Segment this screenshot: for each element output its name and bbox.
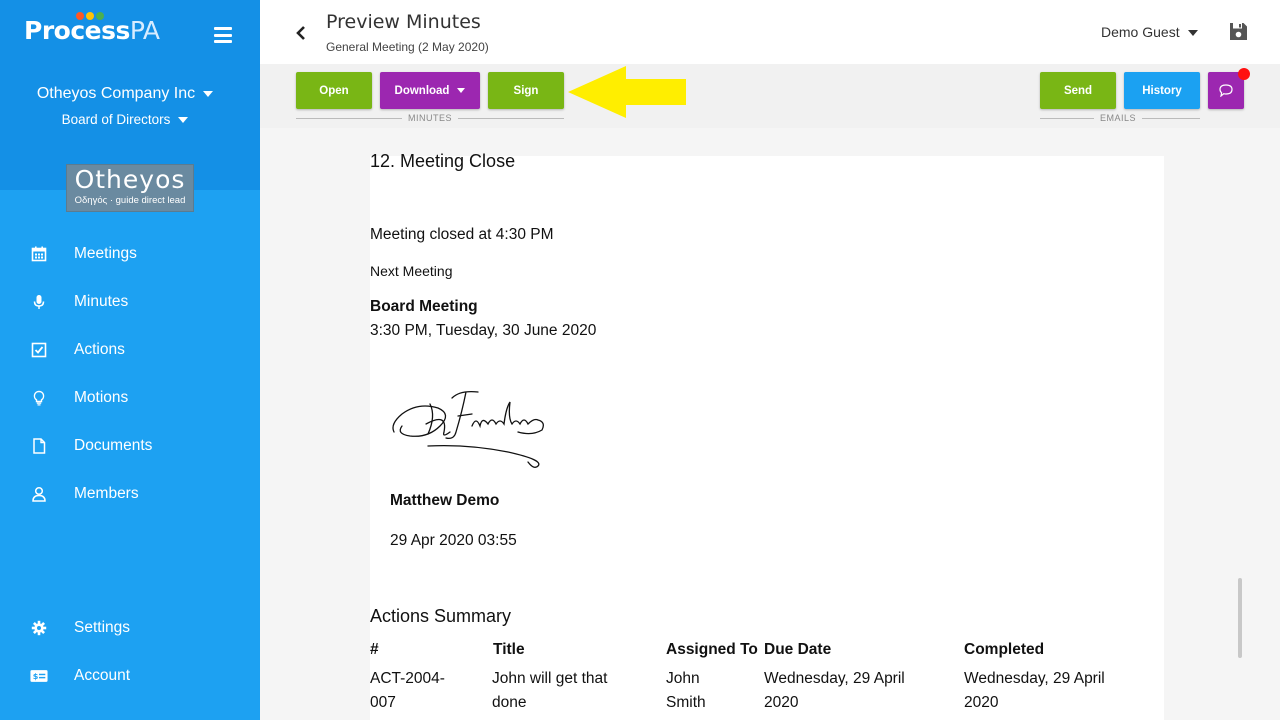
sidebar-item-actions[interactable]: Actions [0,330,260,370]
brand-logo[interactable]: ProcessPA [24,16,160,45]
column-header-assigned-to: Assigned To [666,641,758,658]
page-title: Preview Minutes [326,11,481,33]
action-completed-cell: Wednesday, 29 April 2020 [964,670,1105,711]
calendar-icon [30,245,48,263]
chat-bubble-icon [1219,84,1233,97]
send-button-label: Send [1063,84,1093,97]
document-icon [30,437,48,455]
action-title-cell: John will get that done [492,670,608,711]
person-icon [30,485,48,503]
chevron-down-icon [1187,30,1198,37]
company-selector[interactable]: Otheyos Company Inc [0,85,250,103]
signer-name: Matthew Demo [390,492,500,509]
chevron-down-icon [203,90,214,97]
sidebar-item-label: Members [74,485,139,502]
billing-card-icon: $ [30,667,48,685]
chevron-down-icon [178,117,189,124]
sidebar-item-label: Meetings [74,245,137,262]
minutes-document: 12. Meeting Close Meeting closed at 4:30… [370,151,1164,720]
sidebar-item-label: Documents [74,437,153,454]
next-meeting-time: 3:30 PM, Tuesday, 30 June 2020 [370,322,597,339]
meeting-closed-text: Meeting closed at 4:30 PM [370,226,554,243]
history-button[interactable]: History [1124,72,1200,109]
minutes-group-label: MINUTES [402,113,458,123]
sidebar-item-label: Account [74,667,131,684]
checkbox-icon [30,341,48,359]
next-meeting-name: Board Meeting [370,298,478,315]
sidebar-item-documents[interactable]: Documents [0,426,260,466]
sidebar-item-label: Settings [74,619,131,636]
action-assigned-cell: John Smith [666,670,706,711]
section-title: 12. Meeting Close [370,151,516,171]
organization-logo: Otheyos Οδηγός · guide direct lead [66,164,194,212]
column-header-id: # [370,641,379,658]
svg-text:$: $ [33,671,39,681]
minutes-preview-area[interactable]: 12. Meeting Close Meeting closed at 4:30… [260,128,1280,720]
toolbar: Open Download Sign MINUTES Send History … [260,64,1280,128]
sidebar-item-settings[interactable]: Settings [0,608,260,648]
action-id-cell: ACT-2004- 007 [370,670,445,711]
emails-group-label: EMAILS [1094,113,1143,123]
page-subtitle: General Meeting (2 May 2020) [326,40,489,54]
top-header: Preview Minutes General Meeting (2 May 2… [260,0,1280,64]
sidebar-item-account[interactable]: $ Account [0,656,260,696]
signature-timestamp: 29 Apr 2020 03:55 [390,532,517,549]
sidebar-item-meetings[interactable]: Meetings [0,234,260,274]
open-button-label: Open [319,84,349,97]
sidebar-item-label: Actions [74,341,125,358]
board-selector[interactable]: Board of Directors [0,112,250,127]
company-name: Otheyos Company Inc [36,85,196,102]
column-header-due-date: Due Date [764,641,832,658]
send-button[interactable]: Send [1040,72,1116,109]
notification-badge [1238,68,1250,80]
action-due-date-cell: Wednesday, 29 April 2020 [764,670,905,711]
user-name: Demo Guest [1101,24,1180,40]
sidebar: ProcessPA Otheyos Company Inc Board of D… [0,0,260,720]
menu-icon[interactable] [214,27,232,43]
open-button[interactable]: Open [296,72,372,109]
history-button-label: History [1142,84,1182,97]
gear-icon [30,619,48,637]
column-header-completed: Completed [964,641,1045,658]
sidebar-item-label: Motions [74,389,129,406]
save-icon[interactable] [1229,22,1248,41]
sidebar-header: ProcessPA Otheyos Company Inc Board of D… [0,0,260,190]
scrollbar[interactable] [1238,578,1242,658]
actions-summary-title: Actions Summary [370,606,512,626]
download-button-label: Download [394,84,450,97]
sign-button[interactable]: Sign [488,72,564,109]
column-header-title: Title [493,641,525,658]
sidebar-item-label: Minutes [74,293,129,310]
back-arrow-icon[interactable] [294,24,308,42]
microphone-icon [30,293,48,311]
board-name: Board of Directors [61,112,171,127]
sign-button-label: Sign [513,84,539,97]
chevron-down-icon [457,88,466,93]
signature-image [392,390,544,468]
sidebar-item-motions[interactable]: Motions [0,378,260,418]
user-menu[interactable]: Demo Guest [1101,24,1198,40]
sidebar-item-members[interactable]: Members [0,474,260,514]
sidebar-item-minutes[interactable]: Minutes [0,282,260,322]
download-button[interactable]: Download [380,72,480,109]
lightbulb-icon [30,389,48,407]
next-meeting-label: Next Meeting [370,263,453,279]
highlight-arrow [568,66,686,118]
